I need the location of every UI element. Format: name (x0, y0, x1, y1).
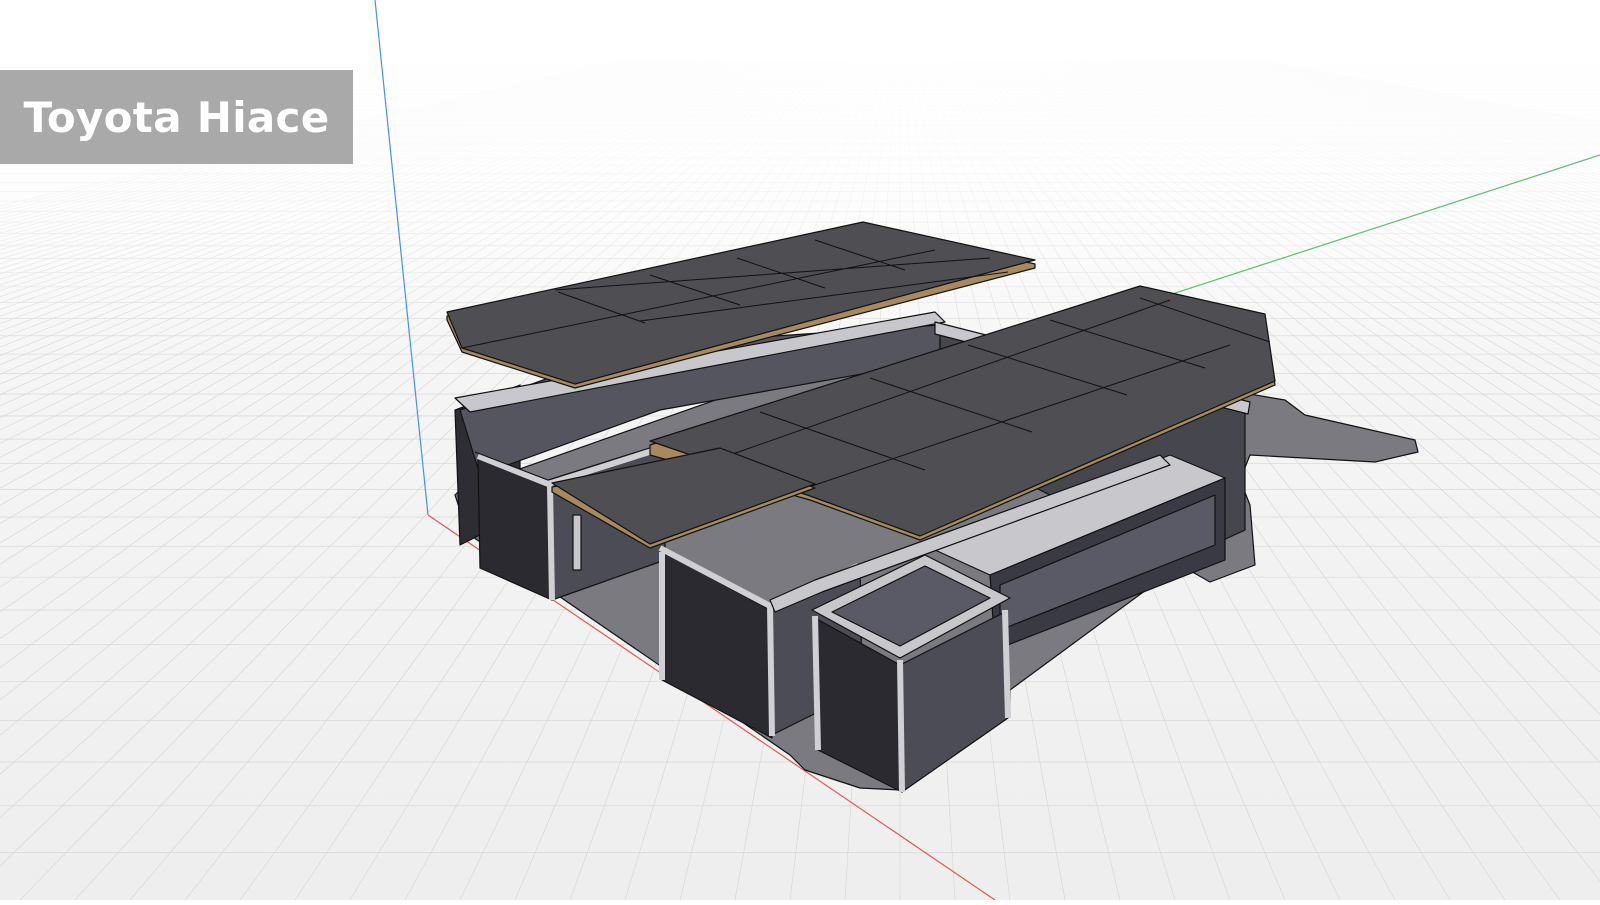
support-leg (572, 514, 582, 571)
page-title: Toyota Hiace (23, 92, 330, 142)
title-banner: Toyota Hiace (0, 70, 353, 164)
